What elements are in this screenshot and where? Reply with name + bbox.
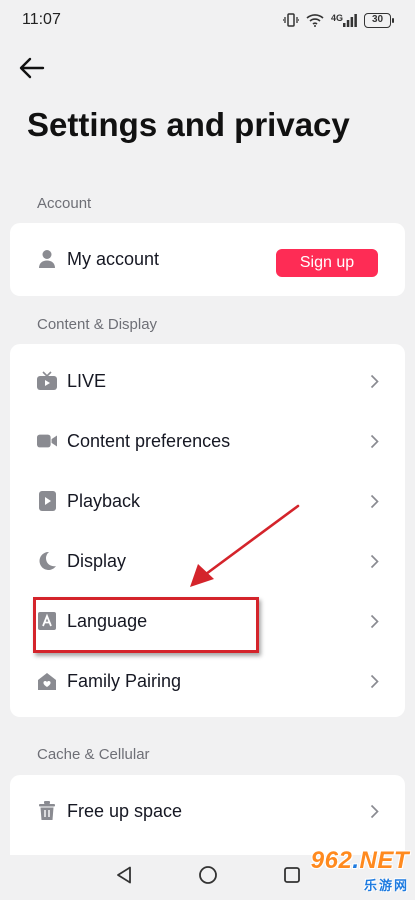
settings-item-label: Language	[67, 610, 148, 631]
circle-home-icon	[198, 865, 218, 890]
square-recents-icon	[283, 866, 301, 889]
arrow-left-icon	[19, 57, 45, 84]
settings-item-free-up-space[interactable]: Free up space	[10, 781, 405, 841]
section-label-account: Account	[37, 195, 92, 212]
signal-icon: 4G	[330, 12, 357, 27]
chevron-right-icon	[369, 803, 379, 819]
nav-home-button[interactable]	[196, 866, 220, 890]
triangle-back-icon	[116, 866, 132, 889]
settings-item-label: Free up space	[67, 800, 183, 821]
nav-back-button[interactable]	[112, 866, 136, 890]
settings-item-label: Display	[67, 550, 127, 571]
sign-up-button[interactable]: Sign up	[276, 249, 378, 277]
system-navigation-bar	[0, 855, 415, 900]
live-tv-icon	[37, 371, 57, 391]
chevron-right-icon	[369, 493, 379, 509]
settings-item-label: LIVE	[67, 370, 107, 391]
wifi-icon	[306, 13, 324, 27]
page-title: Settings and privacy	[27, 106, 350, 143]
network-type: 4G	[330, 12, 343, 23]
moon-icon	[37, 551, 57, 571]
section-label-content-display: Content & Display	[37, 316, 158, 333]
section-label-cache-cellular: Cache & Cellular	[37, 746, 150, 763]
chevron-right-icon	[369, 373, 379, 389]
settings-item-language[interactable]: Language	[10, 591, 405, 651]
back-button[interactable]	[14, 52, 50, 88]
chevron-right-icon	[369, 553, 379, 569]
settings-item-live[interactable]: LIVE	[10, 351, 405, 411]
settings-item-playback[interactable]: Playback	[10, 471, 405, 531]
cache-cellular-card: Free up space	[10, 775, 405, 857]
status-icons: 4G 30	[282, 12, 394, 28]
home-icon	[37, 671, 57, 691]
settings-item-label: My account	[67, 248, 160, 269]
settings-item-label: Family Pairing	[67, 670, 182, 691]
settings-item-display[interactable]: Display	[10, 531, 405, 591]
settings-item-label: Content preferences	[67, 430, 231, 451]
status-time: 11:07	[22, 11, 61, 28]
video-camera-icon	[37, 431, 57, 451]
battery-icon: 30	[364, 12, 394, 28]
vibrate-icon	[282, 13, 299, 27]
trash-icon	[37, 801, 57, 821]
chevron-right-icon	[369, 673, 379, 689]
language-a-icon	[37, 611, 57, 631]
settings-item-label: Playback	[67, 490, 141, 511]
status-bar: 11:07 4G 30	[0, 0, 415, 40]
nav-recents-button[interactable]	[280, 866, 304, 890]
chevron-right-icon	[369, 613, 379, 629]
chevron-right-icon	[369, 433, 379, 449]
settings-item-content-preferences[interactable]: Content preferences	[10, 411, 405, 471]
settings-item-family-pairing[interactable]: Family Pairing	[10, 651, 405, 711]
play-icon	[37, 491, 57, 511]
content-display-card: LIVE Content preferences Playback Displa…	[10, 344, 405, 717]
person-icon	[37, 249, 57, 269]
account-card: My account Sign up	[10, 223, 405, 296]
